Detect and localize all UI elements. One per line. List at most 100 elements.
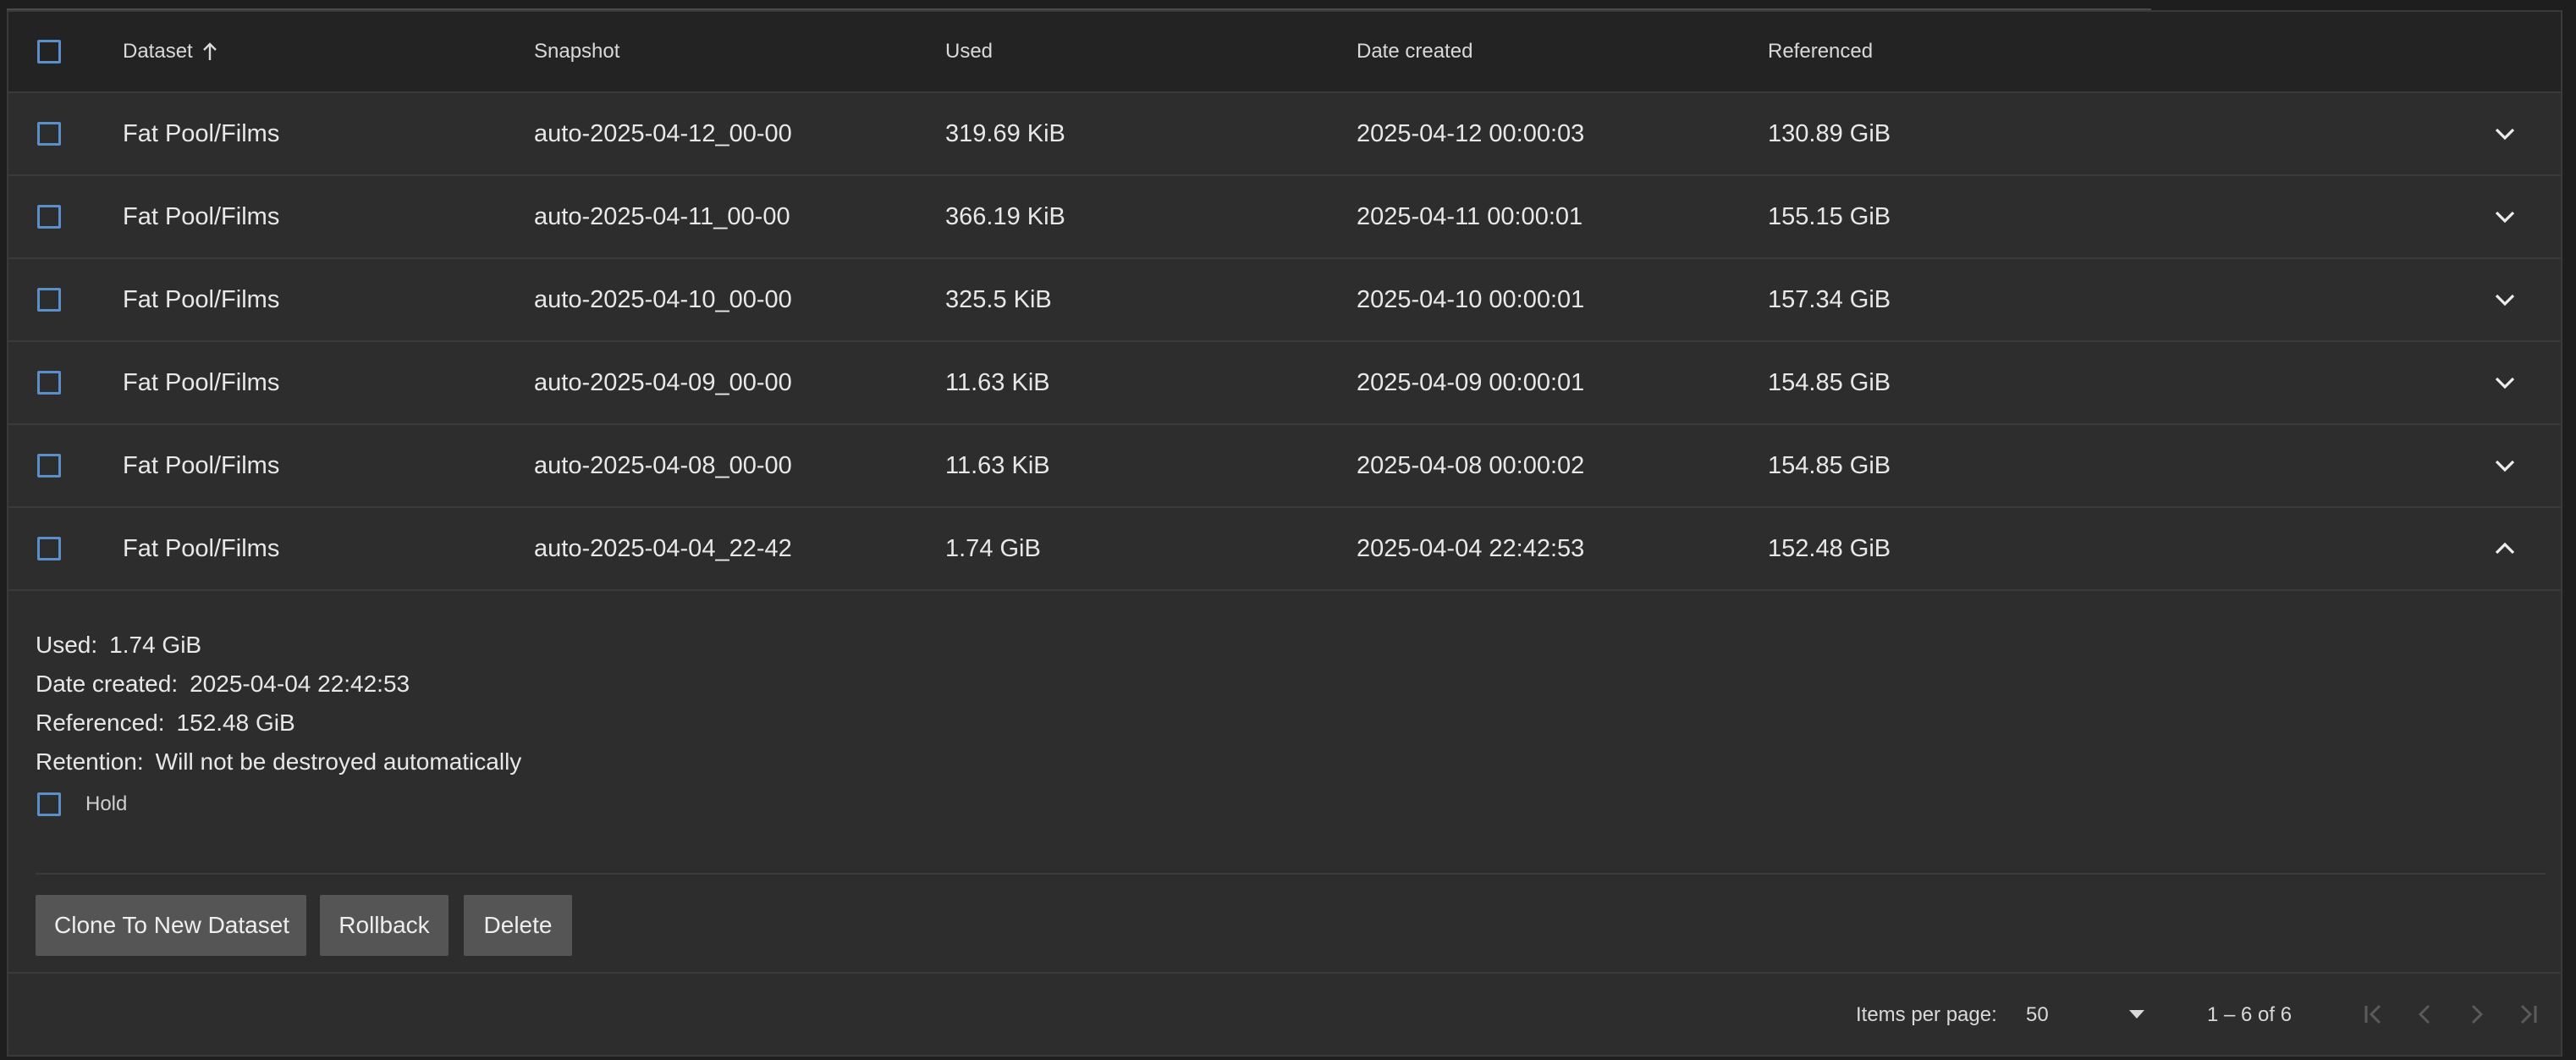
chevron-down-icon[interactable]: [2490, 202, 2520, 232]
page-range-label: 1 – 6 of 6: [2207, 1003, 2293, 1026]
clone-to-new-dataset-button[interactable]: Clone To New Dataset: [36, 895, 306, 956]
dataset-cell: Fat Pool/Films: [123, 368, 280, 396]
column-header-referenced-label: Referenced: [1768, 40, 1874, 63]
rollback-button[interactable]: Rollback: [320, 895, 449, 956]
dataset-cell: Fat Pool/Films: [123, 285, 280, 313]
snapshot-cell: auto-2025-04-10_00-00: [534, 285, 792, 313]
snapshot-cell: auto-2025-04-08_00-00: [534, 451, 792, 479]
used-cell: 1.74 GiB: [945, 534, 1041, 562]
snapshots-table: Dataset Snapshot Used Date created Refer…: [7, 10, 2562, 1057]
chevron-down-icon[interactable]: [2490, 450, 2520, 481]
referenced-cell: 157.34 GiB: [1768, 285, 1891, 313]
row-select-cell: [37, 342, 61, 423]
column-header-snapshot[interactable]: Snapshot: [534, 12, 619, 91]
column-header-used[interactable]: Used: [945, 12, 993, 91]
expand-toggle-cell: [2490, 176, 2520, 257]
detail-referenced: Referenced: 152.48 GiB: [36, 709, 295, 737]
referenced-cell: 154.85 GiB: [1768, 451, 1891, 479]
snapshot-cell: auto-2025-04-12_00-00: [534, 119, 792, 147]
date-created-cell: 2025-04-11 00:00:01: [1357, 202, 1583, 230]
items-per-page-value: 50: [2026, 1003, 2049, 1026]
paginator: Items per page: 50 1 – 6 of 6: [8, 974, 2561, 1057]
detail-date-created: Date created: 2025-04-04 22:42:53: [36, 671, 410, 698]
column-header-used-label: Used: [945, 40, 994, 63]
row-checkbox[interactable]: [37, 371, 61, 395]
select-all-cell: [37, 12, 61, 91]
date-created-cell: 2025-04-09 00:00:01: [1357, 368, 1585, 396]
detail-used: Used: 1.74 GiB: [36, 632, 201, 659]
row-select-cell: [37, 93, 61, 174]
last-page-icon[interactable]: [2512, 999, 2542, 1030]
hold-checkbox[interactable]: [37, 792, 61, 816]
expand-toggle-cell: [2490, 93, 2520, 174]
chevron-right-icon[interactable]: [2461, 999, 2491, 1030]
row-checkbox[interactable]: [37, 205, 61, 229]
row-select-cell: [37, 508, 61, 589]
table-row-expanded[interactable]: Fat Pool/Films auto-2025-04-04_22-42 1.7…: [8, 508, 2561, 591]
table-row[interactable]: Fat Pool/Films auto-2025-04-11_00-00 366…: [8, 176, 2561, 259]
row-select-cell: [37, 259, 61, 340]
collapse-toggle-cell: [2490, 508, 2520, 589]
snapshot-details-panel: Used: 1.74 GiB Date created: 2025-04-04 22…: [8, 591, 2561, 974]
expand-toggle-cell: [2490, 259, 2520, 340]
details-divider: [36, 873, 2546, 875]
detail-referenced-value: 152.48 GiB: [176, 709, 295, 736]
detail-retention-value: Will not be destroyed automatically: [155, 748, 522, 775]
used-cell: 11.63 KiB: [945, 451, 1050, 479]
date-created-cell: 2025-04-04 22:42:53: [1357, 534, 1585, 562]
referenced-cell: 155.15 GiB: [1768, 202, 1891, 230]
delete-button[interactable]: Delete: [464, 895, 572, 956]
column-header-date-created[interactable]: Date created: [1357, 12, 1472, 91]
table-row[interactable]: Fat Pool/Films auto-2025-04-09_00-00 11.…: [8, 342, 2561, 425]
snapshot-cell: auto-2025-04-11_00-00: [534, 202, 790, 230]
row-checkbox[interactable]: [37, 454, 61, 478]
hold-toggle[interactable]: Hold: [37, 792, 127, 816]
date-created-cell: 2025-04-08 00:00:02: [1357, 451, 1585, 479]
chevron-left-icon[interactable]: [2410, 999, 2441, 1030]
dataset-cell: Fat Pool/Films: [123, 119, 280, 147]
date-created-cell: 2025-04-12 00:00:03: [1357, 119, 1585, 147]
detail-used-value: 1.74 GiB: [109, 632, 202, 658]
column-header-dataset-label: Dataset: [123, 40, 193, 63]
caret-down-icon: [2129, 1010, 2144, 1019]
row-select-cell: [37, 176, 61, 257]
dataset-cell: Fat Pool/Films: [123, 451, 280, 479]
arrow-up-icon: [201, 42, 218, 61]
detail-retention-label: Retention:: [36, 748, 144, 775]
select-all-checkbox[interactable]: [37, 40, 61, 63]
row-checkbox[interactable]: [37, 122, 61, 146]
detail-used-label: Used:: [36, 632, 98, 658]
dataset-cell: Fat Pool/Films: [123, 202, 280, 230]
chevron-down-icon[interactable]: [2490, 284, 2520, 315]
referenced-cell: 152.48 GiB: [1768, 534, 1891, 562]
date-created-cell: 2025-04-10 00:00:01: [1357, 285, 1585, 313]
table-header-row: Dataset Snapshot Used Date created Refer…: [8, 12, 2561, 93]
detail-retention: Retention: Will not be destroyed automati…: [36, 748, 521, 776]
dataset-cell: Fat Pool/Films: [123, 534, 280, 562]
column-header-dataset[interactable]: Dataset: [123, 12, 218, 91]
hold-label: Hold: [85, 792, 128, 815]
column-header-referenced[interactable]: Referenced: [1768, 12, 1873, 91]
expand-toggle-cell: [2490, 342, 2520, 423]
used-cell: 366.19 KiB: [945, 202, 1065, 230]
row-checkbox[interactable]: [37, 537, 61, 560]
first-page-icon[interactable]: [2359, 999, 2390, 1030]
chevron-up-icon[interactable]: [2490, 533, 2520, 564]
used-cell: 325.5 KiB: [945, 285, 1052, 313]
row-checkbox[interactable]: [37, 288, 61, 312]
items-per-page-select[interactable]: 50: [2026, 994, 2151, 1036]
used-cell: 11.63 KiB: [945, 368, 1050, 396]
table-row[interactable]: Fat Pool/Films auto-2025-04-12_00-00 319…: [8, 93, 2561, 176]
detail-referenced-label: Referenced:: [36, 709, 165, 736]
snapshot-cell: auto-2025-04-04_22-42: [534, 534, 792, 562]
used-cell: 319.69 KiB: [945, 119, 1065, 147]
detail-date-created-label: Date created:: [36, 671, 179, 697]
snapshot-cell: auto-2025-04-09_00-00: [534, 368, 792, 396]
row-select-cell: [37, 425, 61, 506]
chevron-down-icon[interactable]: [2490, 367, 2520, 398]
chevron-down-icon[interactable]: [2490, 119, 2520, 149]
items-per-page-label: Items per page:: [1856, 1003, 1997, 1026]
referenced-cell: 154.85 GiB: [1768, 368, 1891, 396]
table-row[interactable]: Fat Pool/Films auto-2025-04-10_00-00 325…: [8, 259, 2561, 342]
table-row[interactable]: Fat Pool/Films auto-2025-04-08_00-00 11.…: [8, 425, 2561, 508]
